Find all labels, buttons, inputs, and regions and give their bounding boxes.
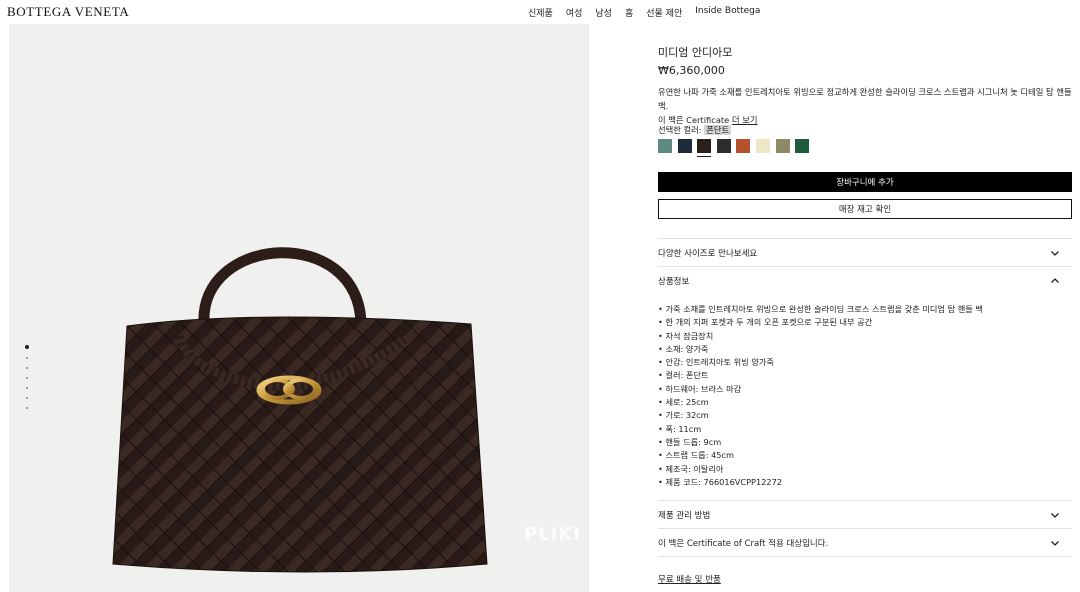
divider [658, 238, 1072, 239]
description-text: 유연한 나파 가죽 소재를 인트레치아토 위빙으로 정교하게 완성한 슬라이딩 … [658, 87, 1072, 111]
accordion-details[interactable]: 상품정보 [658, 274, 1072, 288]
spec-item: 자석 잠금장치 [658, 330, 1072, 343]
nav-gifts[interactable]: 선물 제안 [646, 6, 682, 19]
spec-item: 세로: 25cm [658, 396, 1072, 409]
spec-item: 제품 코드: 766016VCPP12272 [658, 476, 1072, 489]
color-swatch[interactable] [677, 139, 692, 153]
product-price: ₩6,360,000 [658, 64, 725, 77]
nav-inside-bottega[interactable]: Inside Bottega [695, 6, 760, 19]
accordion-sizes-label: 다양한 사이즈로 만나보세요 [658, 249, 758, 259]
spec-item: 가죽 소재를 인트레치아토 위빙으로 완성한 슬라이딩 크로스 스트랩을 갖춘 … [658, 303, 1072, 316]
color-label: 선택한 컬러: [658, 125, 705, 135]
nav-home[interactable]: 홈 [625, 6, 633, 19]
color-swatch[interactable] [716, 139, 731, 153]
spec-item: 폭: 11cm [658, 423, 1072, 436]
spec-item: 스트랩 드롭: 45cm [658, 449, 1072, 462]
divider [658, 556, 1072, 557]
color-swatch[interactable] [736, 139, 751, 153]
accordion-sizes[interactable]: 다양한 사이즈로 만나보세요 [658, 246, 1072, 260]
accordion-care-label: 제품 관리 방법 [658, 511, 711, 521]
color-name: 폰단트 [704, 125, 732, 135]
check-store-stock-button[interactable]: 매장 재고 확인 [658, 199, 1072, 219]
color-swatch[interactable] [795, 139, 810, 153]
spec-item: 한 개의 지퍼 포켓과 두 개의 오픈 포켓으로 구분된 내부 공간 [658, 316, 1072, 329]
spec-item: 컬러: 폰단트 [658, 369, 1072, 382]
accordion-details-label: 상품정보 [658, 277, 690, 287]
product-image-bag [112, 247, 488, 573]
divider [658, 500, 1072, 501]
color-swatch[interactable] [658, 139, 672, 153]
spec-item: 소재: 양가죽 [658, 343, 1072, 356]
add-to-cart-button[interactable]: 장바구니에 추가 [658, 172, 1072, 192]
spec-item: 안감: 인트레치아토 위빙 양가죽 [658, 356, 1072, 369]
spec-item: 핸들 드롭: 9cm [658, 436, 1072, 449]
accordion-craft[interactable]: 이 백은 Certificate of Craft 적용 대상입니다. [658, 536, 1072, 550]
spec-item: 하드웨어: 브라스 마감 [658, 383, 1072, 396]
product-title: 미디엄 안디아모 [658, 46, 733, 59]
chevron-up-icon [1051, 278, 1059, 283]
nav-men[interactable]: 남성 [595, 6, 612, 19]
chevron-down-icon [1051, 513, 1059, 518]
nav-women[interactable]: 여성 [566, 6, 583, 19]
product-image-gallery[interactable]: PLIKI [9, 24, 589, 592]
divider [658, 266, 1072, 267]
brand-logo[interactable]: BOTTEGA VENETA [7, 4, 129, 20]
color-swatches [658, 139, 815, 157]
accordion-craft-label: 이 백은 Certificate of Craft 적용 대상입니다. [658, 539, 829, 549]
accordion-care[interactable]: 제품 관리 방법 [658, 508, 1072, 522]
color-swatch[interactable] [775, 139, 790, 153]
product-details-list: 가죽 소재를 인트레치아토 위빙으로 완성한 슬라이딩 크로스 스트랩을 갖춘 … [658, 303, 1072, 489]
chevron-down-icon [1051, 541, 1059, 546]
color-swatch[interactable] [755, 139, 770, 153]
product-description: 유연한 나파 가죽 소재를 인트레치아토 위빙으로 정교하게 완성한 슬라이딩 … [658, 85, 1072, 127]
color-swatch[interactable] [697, 139, 712, 157]
nav-new-arrivals[interactable]: 신제품 [528, 6, 553, 19]
spec-item: 제조국: 이탈리아 [658, 463, 1072, 476]
site-header: BOTTEGA VENETA 신제품 여성 남성 홈 선물 제안 Inside … [0, 0, 1080, 24]
selected-color: 선택한 컬러: 폰단트 [658, 124, 732, 136]
divider [658, 528, 1072, 529]
chevron-down-icon [1051, 251, 1059, 256]
product-info: 미디엄 안디아모 ₩6,360,000 유연한 나파 가죽 소재를 인트레치아토… [658, 44, 1072, 157]
main-nav: 신제품 여성 남성 홈 선물 제안 Inside Bottega [528, 6, 773, 19]
spec-item: 가로: 32cm [658, 409, 1072, 422]
image-watermark: PLIKI [524, 524, 582, 545]
free-shipping-returns-link[interactable]: 무료 배송 및 반품 [658, 573, 721, 585]
read-more-link[interactable]: 더 보기 [732, 115, 758, 125]
